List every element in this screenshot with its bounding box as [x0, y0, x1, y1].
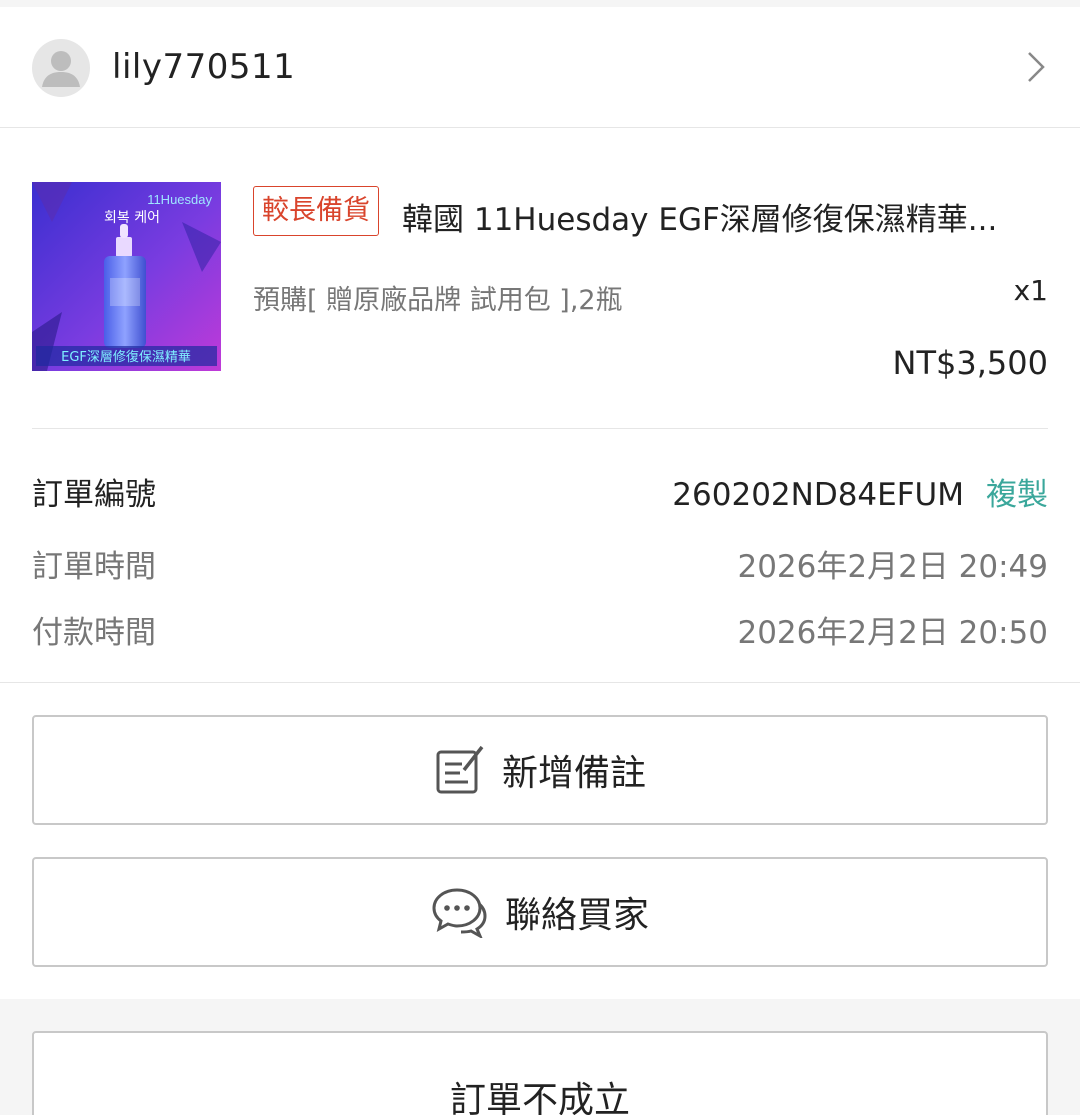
order-number-value-group: 260202ND84EFUM 複製: [672, 469, 1048, 514]
section-divider: [0, 682, 1080, 683]
order-number: 260202ND84EFUM: [672, 477, 964, 513]
avatar: [32, 39, 90, 97]
user-silhouette-icon: [42, 51, 80, 87]
contact-buyer-label: 聯絡買家: [504, 895, 649, 936]
payment-time-label: 付款時間: [32, 615, 156, 651]
contact-buyer-button[interactable]: 聯絡買家: [32, 857, 1048, 967]
product-item[interactable]: 11Huesday 회복 케어 EGF深層修復保濕精華 較長備貨 韓國 11Hu…: [0, 128, 1080, 428]
note-edit-icon: [436, 745, 484, 794]
product-image: 11Huesday 회복 케어 EGF深層修復保濕精華: [32, 182, 221, 371]
divider: [32, 428, 1048, 429]
cancel-order-label: 訂單不成立: [449, 1080, 630, 1115]
buyer-row[interactable]: lily770511: [0, 7, 1080, 128]
order-time-row: 訂單時間 2026年2月2日 20:49: [32, 541, 1048, 585]
long-stocking-badge: 較長備貨: [253, 186, 379, 236]
add-note-button[interactable]: 新增備註: [32, 715, 1048, 825]
add-note-label: 新增備註: [501, 753, 646, 794]
payment-time: 2026年2月2日 20:50: [737, 615, 1048, 651]
chat-bubble-icon: [432, 888, 487, 938]
product-price: NT$3,500: [892, 344, 1048, 382]
payment-time-row: 付款時間 2026年2月2日 20:50: [32, 607, 1048, 651]
order-number-label: 訂單編號: [32, 477, 156, 513]
product-image-korean: 회복 케어: [104, 210, 160, 226]
chevron-right-icon: [1028, 52, 1045, 82]
copy-button[interactable]: 複製: [986, 477, 1048, 513]
buyer-username: lily770511: [112, 47, 296, 87]
product-image-caption: EGF深層修復保濕精華: [61, 349, 191, 365]
product-title: 韓國 11Huesday EGF深層修復保濕精華...: [402, 202, 998, 238]
order-card: lily770511 11Huesday 회복 케어 EGF深層修復保濕精華 較…: [0, 7, 1080, 999]
order-time-label: 訂單時間: [32, 549, 156, 585]
product-quantity: x1: [1013, 274, 1048, 307]
cancel-order-button[interactable]: 訂單不成立: [32, 1031, 1048, 1115]
product-image-brand: 11Huesday: [147, 192, 212, 207]
product-variant: 預購[ 贈原廠品牌 試用包 ],2瓶: [253, 285, 623, 316]
order-number-row: 訂單編號 260202ND84EFUM 複製: [32, 469, 1048, 513]
order-time: 2026年2月2日 20:49: [737, 549, 1048, 585]
